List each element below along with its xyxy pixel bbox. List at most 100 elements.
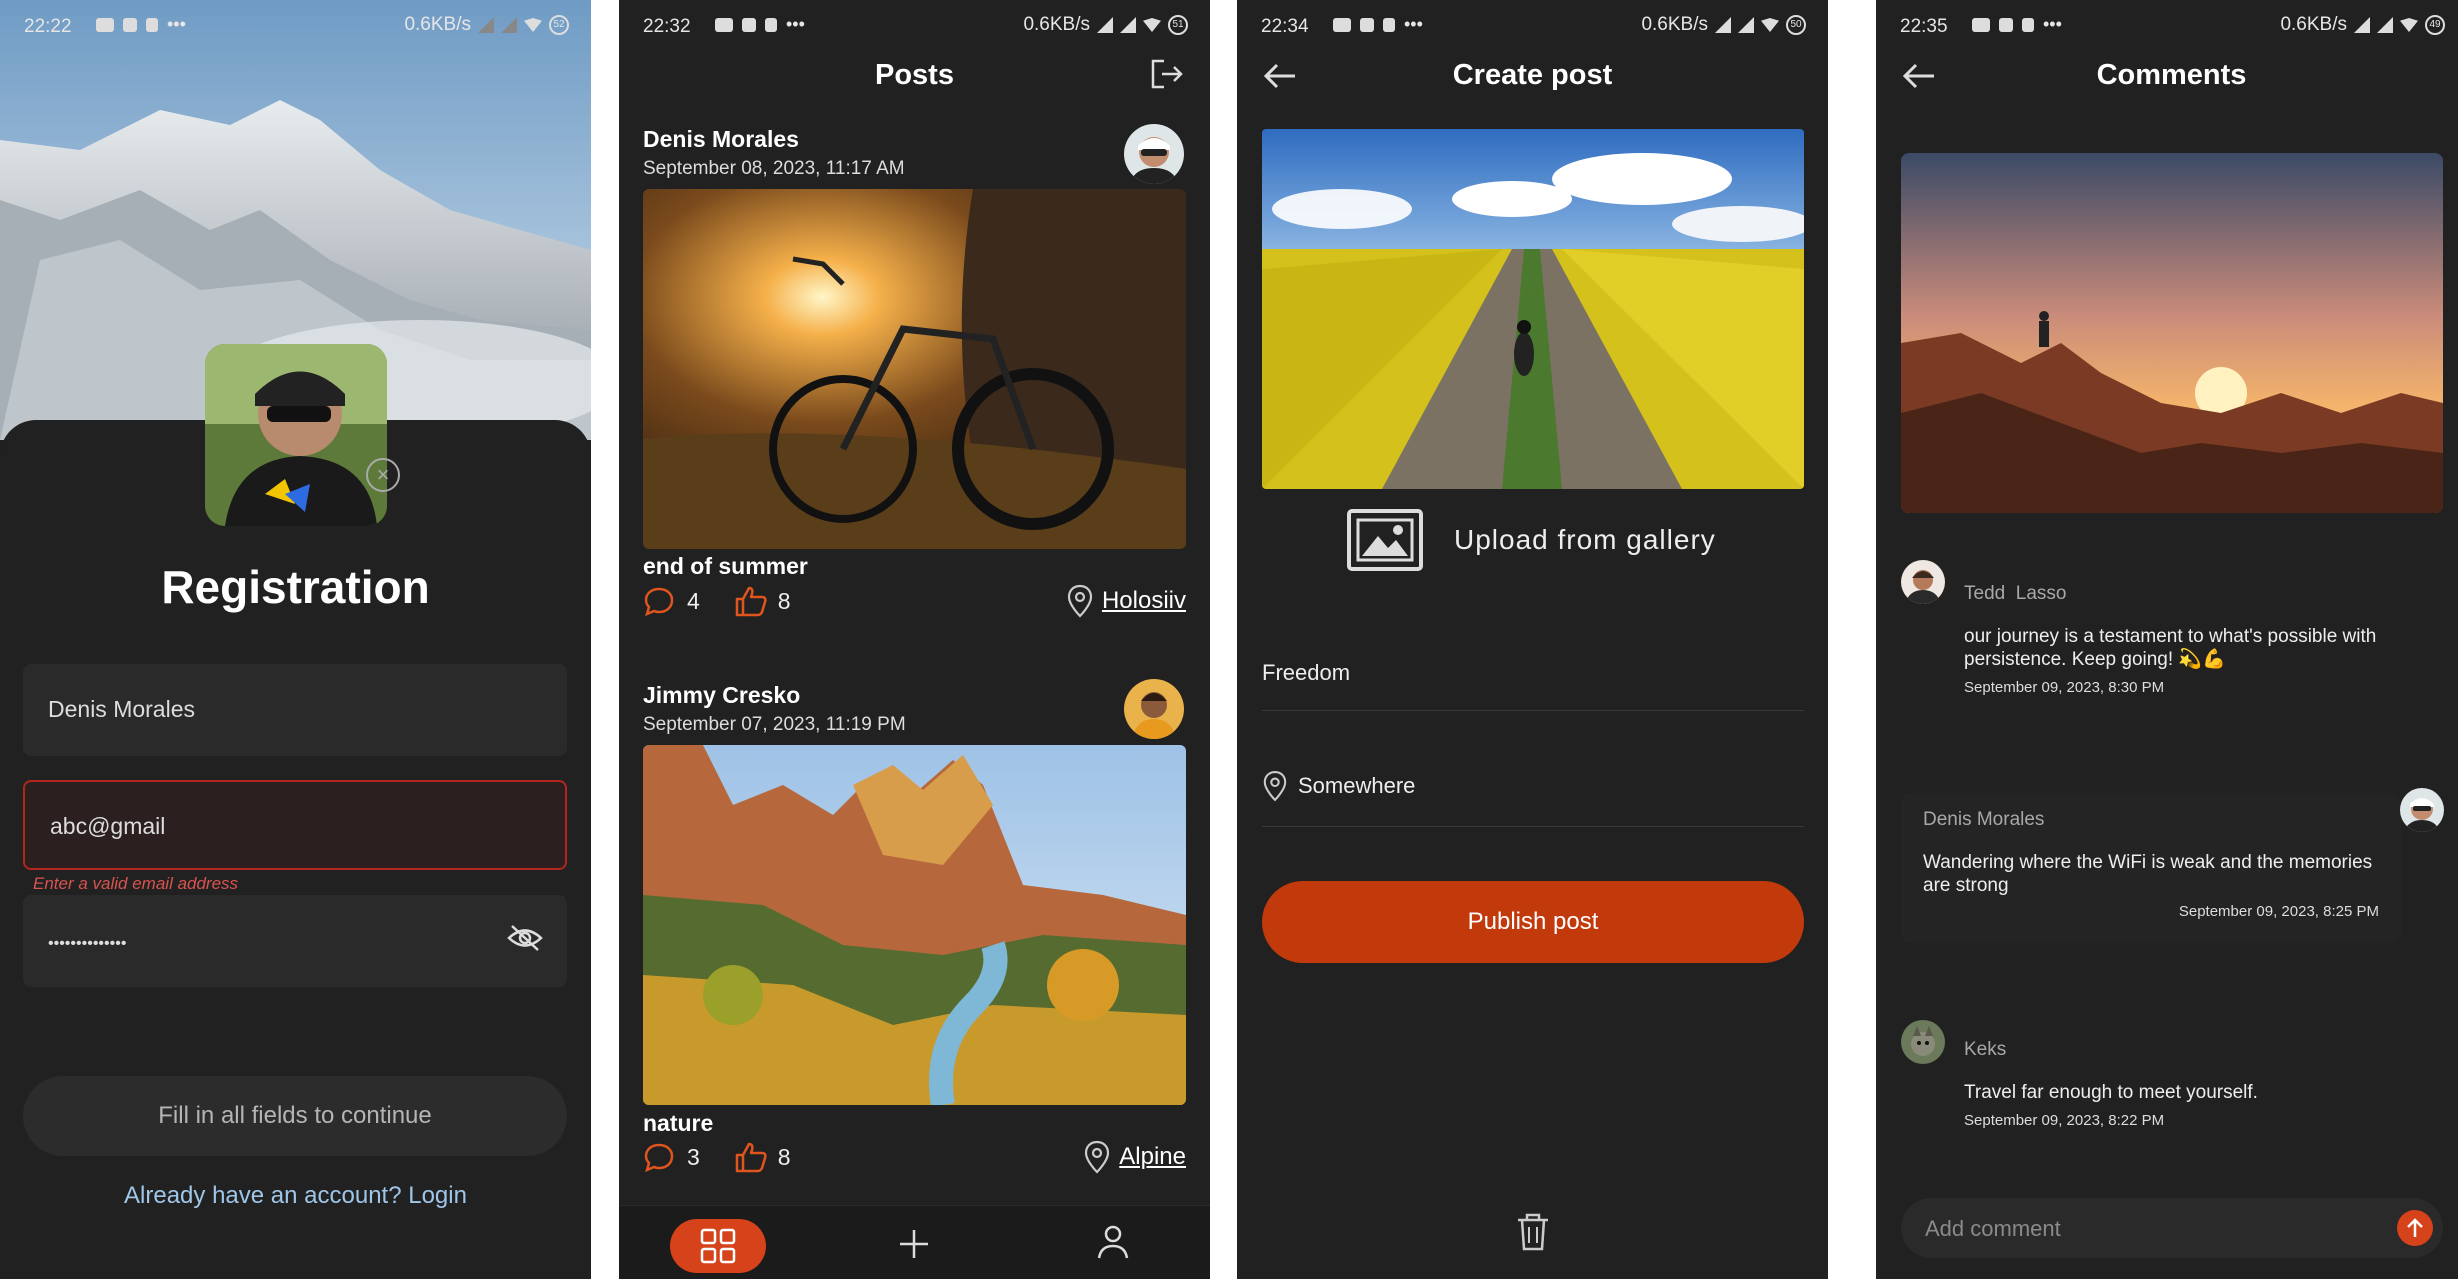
post-location[interactable]: Holosiiv [1102, 587, 1186, 615]
signal-icon-2 [501, 17, 517, 33]
profile-icon[interactable] [1093, 1222, 1133, 1262]
comment-bubble: Denis Morales Wandering where the WiFi i… [1901, 793, 2401, 943]
login-link[interactable]: Already have an account? Login [0, 1182, 591, 1210]
comment-avatar[interactable] [1901, 1020, 1945, 1064]
like-icon[interactable] [734, 1141, 768, 1173]
location-pin-icon [1263, 771, 1287, 802]
battery-icon: 49 [2425, 15, 2445, 35]
post-location-input[interactable]: Somewhere [1262, 770, 1804, 827]
battery-icon: 50 [1786, 15, 1806, 35]
submit-button[interactable]: Fill in all fields to continue [23, 1076, 567, 1156]
post-title: nature [643, 1110, 714, 1136]
notification-icons: ••• [96, 14, 186, 35]
signal-icon-2 [2377, 17, 2393, 33]
comment-author: Denis Morales [1923, 809, 2045, 830]
location-pin-icon [1067, 584, 1093, 618]
post-location-link[interactable]: Holosiiv [1066, 584, 1186, 618]
status-time: 22:32 [643, 16, 691, 37]
upload-label: Upload from gallery [1454, 524, 1716, 555]
post-location[interactable]: Alpine [1119, 1143, 1186, 1171]
signal-icon [1715, 17, 1731, 33]
password-value: •••••••••••••• [48, 935, 127, 952]
status-bar: 22:34 ••• 0.6KB/s 50 [1237, 0, 1828, 52]
network-speed: 0.6KB/s [1641, 14, 1708, 35]
email-field[interactable]: abc@gmail [23, 780, 567, 870]
create-post-screen: 22:34 ••• 0.6KB/s 50 Create post Upload … [1237, 0, 1828, 1279]
status-bar: 22:32 ••• 0.6KB/s 51 [619, 0, 1210, 52]
add-post-icon[interactable] [894, 1224, 934, 1264]
comment-bubble: Keks Travel far enough to meet yourself.… [1942, 1023, 2443, 1143]
post-stats: 4 8 [643, 585, 791, 617]
name-field[interactable]: Denis Morales [23, 664, 567, 756]
post-image [1901, 153, 2443, 513]
status-right: 0.6KB/s 52 [404, 14, 569, 36]
post-author: Denis Morales [643, 126, 799, 152]
nav-posts-button[interactable] [670, 1219, 766, 1273]
comment-icon[interactable] [643, 586, 675, 616]
post-image[interactable] [643, 745, 1186, 1105]
password-field[interactable]: •••••••••••••• [23, 895, 567, 987]
author-avatar[interactable] [1124, 679, 1184, 739]
profile-avatar[interactable] [205, 344, 387, 526]
battery-icon: 52 [549, 15, 569, 35]
status-time: 22:34 [1261, 16, 1309, 37]
comment-author: Keks [1964, 1039, 2007, 1060]
comment-date: September 09, 2023, 8:25 PM [2178, 903, 2379, 920]
comment-text: Wandering where the WiFi is weak and the… [1923, 852, 2373, 896]
add-comment-input[interactable]: Add comment [1901, 1198, 2443, 1258]
send-comment-button[interactable] [2397, 1210, 2433, 1246]
like-count: 8 [777, 587, 791, 614]
notification-icons: ••• [1972, 14, 2062, 35]
status-time: 22:35 [1900, 16, 1948, 37]
wifi-icon [524, 18, 542, 32]
notification-icons: ••• [715, 14, 805, 35]
wifi-icon [1143, 18, 1161, 32]
comment-count: 4 [687, 587, 700, 614]
signal-icon [1097, 17, 1113, 33]
signal-icon [2354, 17, 2370, 33]
comment-avatar[interactable] [1901, 560, 1945, 604]
comments-screen: 22:35 ••• 0.6KB/s 49 Comments Tedd Lasso… [1876, 0, 2458, 1279]
like-icon[interactable] [734, 585, 768, 617]
status-right: 0.6KB/s 51 [1023, 14, 1188, 36]
eye-off-icon[interactable] [507, 923, 543, 953]
remove-avatar-icon[interactable]: × [366, 458, 400, 492]
logout-icon[interactable] [1150, 58, 1184, 90]
image-icon [1347, 509, 1423, 571]
status-right: 0.6KB/s 50 [1641, 14, 1806, 36]
post-name-input[interactable]: Freedom [1262, 660, 1804, 711]
add-comment-placeholder: Add comment [1925, 1216, 2061, 1241]
network-speed: 0.6KB/s [404, 14, 471, 35]
upload-from-gallery-button[interactable]: Upload from gallery [1346, 508, 1716, 572]
status-time: 22:22 [24, 16, 72, 37]
post-author: Jimmy Cresko [643, 682, 801, 708]
comment-avatar[interactable] [2400, 788, 2444, 832]
location-pin-icon [1085, 1140, 1110, 1174]
location-value: Somewhere [1298, 773, 1416, 798]
posts-screen: 22:32 ••• 0.6KB/s 51 Posts Denis Morales… [619, 0, 1210, 1279]
post-photo-preview[interactable] [1262, 129, 1804, 489]
trash-icon[interactable] [1515, 1212, 1551, 1252]
signal-icon-2 [1120, 17, 1136, 33]
page-title: Comments [2096, 59, 2247, 91]
comment-text: our journey is a testament to what's pos… [1964, 626, 2377, 670]
post-location-link[interactable]: Alpine [1083, 1140, 1186, 1174]
wifi-icon [1761, 18, 1779, 32]
comment-date: September 09, 2023, 8:30 PM [1964, 679, 2165, 696]
like-count: 8 [777, 1143, 791, 1170]
page-title: Create post [1452, 59, 1613, 91]
registration-screen: 22:22 ••• 0.6KB/s 52 × Registration Deni… [0, 0, 591, 1279]
comment-text: Travel far enough to meet yourself. [1964, 1082, 2258, 1103]
network-speed: 0.6KB/s [2280, 14, 2347, 35]
comment-count: 3 [687, 1143, 700, 1170]
author-avatar[interactable] [1124, 124, 1184, 184]
publish-post-button[interactable]: Publish post [1262, 881, 1804, 963]
post-date: September 08, 2023, 11:17 AM [643, 158, 905, 179]
status-right: 0.6KB/s 49 [2280, 14, 2445, 36]
comment-bubble: Tedd Lasso our journey is a testament to… [1942, 567, 2443, 717]
post-image[interactable] [643, 189, 1186, 549]
post-title: end of summer [643, 553, 808, 579]
page-title: Posts [875, 59, 954, 91]
comment-icon[interactable] [643, 1142, 675, 1172]
comment-author: Tedd Lasso [1964, 583, 2067, 604]
